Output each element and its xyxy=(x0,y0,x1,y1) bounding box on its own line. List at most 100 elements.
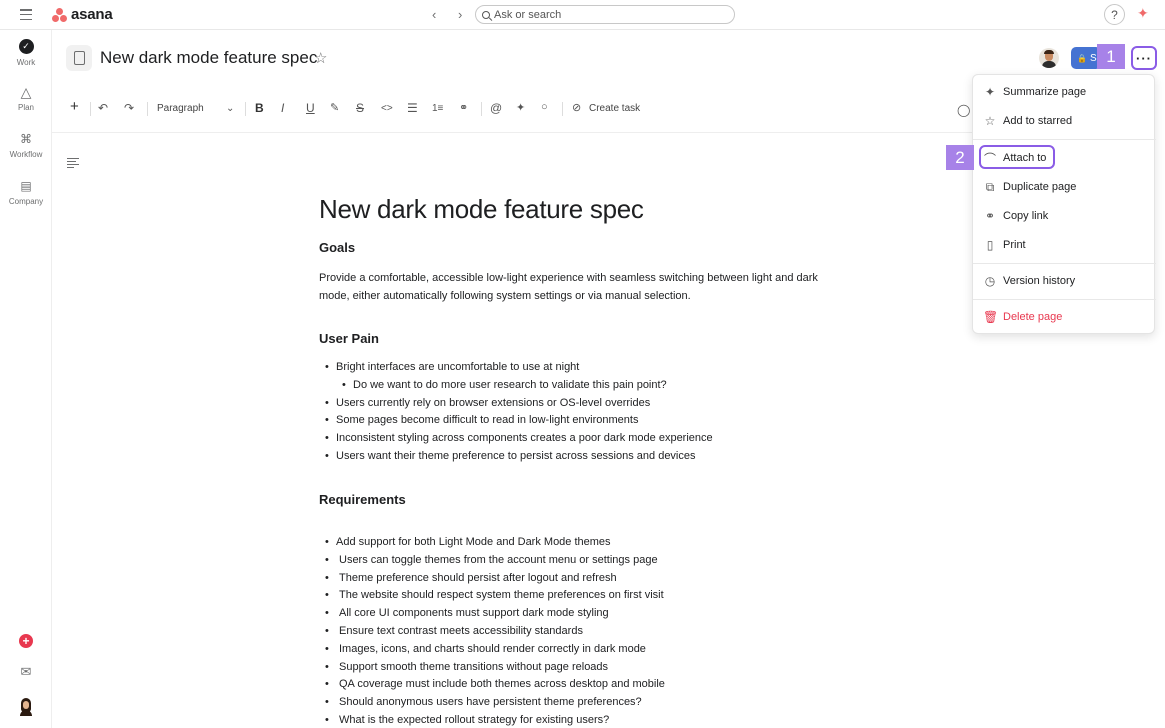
list-item[interactable]: Support smooth theme transitions without… xyxy=(319,659,665,677)
menu-item-duplicate-page[interactable]: ⧉ Duplicate page xyxy=(973,175,1156,199)
check-circle-icon: ✓ xyxy=(18,39,34,54)
document-icon xyxy=(73,51,85,65)
document-title[interactable]: New dark mode feature spec xyxy=(319,194,644,225)
sidebar-item-company[interactable]: ▤ Company xyxy=(0,177,52,206)
requirements-heading[interactable]: Requirements xyxy=(319,492,406,507)
list-item[interactable]: The website should respect system theme … xyxy=(319,587,665,605)
numbered-list-icon[interactable]: 1≡ xyxy=(432,103,443,114)
comments-icon[interactable]: ◯ xyxy=(957,103,970,117)
goals-heading[interactable]: Goals xyxy=(319,240,355,255)
attach-to-highlight xyxy=(979,145,1055,169)
italic-icon[interactable]: I xyxy=(281,101,284,115)
list-item[interactable]: Bright interfaces are uncomfortable to u… xyxy=(319,359,713,377)
workflow-icon: ⌘ xyxy=(20,132,32,146)
list-item[interactable]: What is the expected rollout strategy fo… xyxy=(319,712,665,728)
create-task-icon: ⊘ xyxy=(572,102,582,114)
menu-divider xyxy=(973,263,1156,264)
insert-plus-icon[interactable]: + xyxy=(70,98,79,115)
sidebar-item-workflow[interactable]: ⌘ Workflow xyxy=(0,130,52,159)
menu-divider xyxy=(973,299,1156,300)
history-nav-arrows[interactable]: ‹ › xyxy=(432,7,471,22)
menu-item-print[interactable]: ▯ Print xyxy=(973,233,1156,257)
list-item[interactable]: Images, icons, and charts should render … xyxy=(319,641,665,659)
menu-item-label: Delete page xyxy=(1003,311,1063,323)
sidebar-item-label: Work xyxy=(16,58,36,67)
step-badge-1: 1 xyxy=(1097,44,1125,69)
hamburger-menu-icon[interactable] xyxy=(20,9,32,20)
undo-icon[interactable]: ↶ xyxy=(98,101,108,115)
user-avatar[interactable] xyxy=(0,698,52,716)
list-item[interactable]: Inconsistent styling across components c… xyxy=(319,430,713,448)
collaborator-avatar[interactable] xyxy=(1039,48,1059,68)
star-icon: ☆ xyxy=(984,114,996,128)
user-pain-heading[interactable]: User Pain xyxy=(319,331,379,346)
help-button[interactable]: ? xyxy=(1104,4,1125,25)
inbox-icon: ✉ xyxy=(20,664,32,679)
top-bar: asana ‹ › ? ✦ xyxy=(0,0,1165,30)
search-bar[interactable] xyxy=(475,5,735,24)
link-icon: ⚭ xyxy=(984,209,996,223)
goals-paragraph[interactable]: Provide a comfortable, accessible low-li… xyxy=(319,269,849,305)
more-options-button[interactable]: ··· xyxy=(1131,46,1157,70)
inbox-button[interactable]: ✉ xyxy=(0,664,52,680)
sidebar-item-label: Workflow xyxy=(9,150,43,159)
menu-item-summarize-page[interactable]: ✦ Summarize page xyxy=(973,80,1156,104)
user-pain-list: Bright interfaces are uncomfortable to u… xyxy=(319,359,713,466)
list-item[interactable]: Add support for both Light Mode and Dark… xyxy=(319,534,665,552)
comment-icon[interactable]: ○ xyxy=(541,101,548,113)
strikethrough-icon[interactable]: S xyxy=(356,101,364,115)
list-item[interactable]: Theme preference should persist after lo… xyxy=(319,570,665,588)
menu-item-copy-link[interactable]: ⚭ Copy link xyxy=(973,204,1156,228)
bullet-list-icon[interactable]: ☰ xyxy=(407,101,418,115)
menu-item-label: Copy link xyxy=(1003,210,1049,222)
search-icon xyxy=(482,10,490,19)
menu-item-delete-page[interactable]: 🗑 Delete page xyxy=(973,305,1156,329)
left-sidebar: ✓ Work △ Plan ⌘ Workflow ▤ Company + ✉ xyxy=(0,30,52,728)
clock-icon: ◷ xyxy=(984,274,996,288)
brand-name: asana xyxy=(71,6,113,23)
chevron-down-icon[interactable]: ⌄ xyxy=(226,103,234,114)
list-item[interactable]: QA coverage must include both themes acr… xyxy=(319,676,665,694)
list-item[interactable]: All core UI components must support dark… xyxy=(319,605,665,623)
code-icon[interactable]: <> xyxy=(381,103,393,114)
page-title[interactable]: New dark mode feature spec xyxy=(100,48,317,68)
list-item[interactable]: Ensure text contrast meets accessibility… xyxy=(319,623,665,641)
redo-icon[interactable]: ↷ xyxy=(124,101,134,115)
print-icon: ▯ xyxy=(986,238,994,252)
star-icon[interactable]: ☆ xyxy=(314,49,327,67)
bold-icon[interactable]: B xyxy=(255,101,264,115)
triangle-icon: △ xyxy=(20,84,32,100)
outline-icon[interactable] xyxy=(67,158,79,168)
list-item[interactable]: Should anonymous users have persistent t… xyxy=(319,694,665,712)
create-button[interactable]: + xyxy=(0,634,52,648)
list-item[interactable]: Users want their theme preference to per… xyxy=(319,448,713,466)
link-icon[interactable]: ⚭ xyxy=(459,101,468,114)
ai-sparkle-icon[interactable]: ✦ xyxy=(1137,5,1149,22)
menu-item-label: Duplicate page xyxy=(1003,181,1077,193)
list-item[interactable]: Some pages become difficult to read in l… xyxy=(319,412,713,430)
underline-icon[interactable]: U xyxy=(306,101,315,115)
sidebar-item-plan[interactable]: △ Plan xyxy=(0,83,52,112)
mention-icon[interactable]: @ xyxy=(490,101,502,115)
menu-item-label: Version history xyxy=(1003,275,1076,287)
trash-icon: 🗑 xyxy=(983,310,999,324)
list-item[interactable]: Users can toggle themes from the account… xyxy=(319,552,665,570)
asana-dots-icon xyxy=(52,7,68,22)
list-item[interactable]: Users currently rely on browser extensio… xyxy=(319,395,713,413)
highlight-icon[interactable]: ✎ xyxy=(330,101,339,114)
list-item[interactable]: Do we want to do more user research to v… xyxy=(319,377,713,395)
page-icon[interactable] xyxy=(66,45,92,71)
ai-sparkle-icon[interactable]: ✦ xyxy=(516,101,525,114)
create-icon: + xyxy=(19,634,33,648)
step-badge-2: 2 xyxy=(946,145,974,170)
menu-item-add-to-starred[interactable]: ☆ Add to starred xyxy=(973,109,1156,133)
requirements-list: Add support for both Light Mode and Dark… xyxy=(319,534,665,728)
search-input[interactable] xyxy=(494,8,694,21)
share-label: S xyxy=(1089,52,1097,64)
asana-logo[interactable]: asana xyxy=(52,6,113,23)
user-avatar-icon xyxy=(18,698,34,716)
create-task-button[interactable]: Create task xyxy=(589,103,640,114)
sidebar-item-work[interactable]: ✓ Work xyxy=(0,38,52,67)
menu-item-version-history[interactable]: ◷ Version history xyxy=(973,269,1156,293)
block-type-select[interactable]: Paragraph xyxy=(157,103,204,114)
